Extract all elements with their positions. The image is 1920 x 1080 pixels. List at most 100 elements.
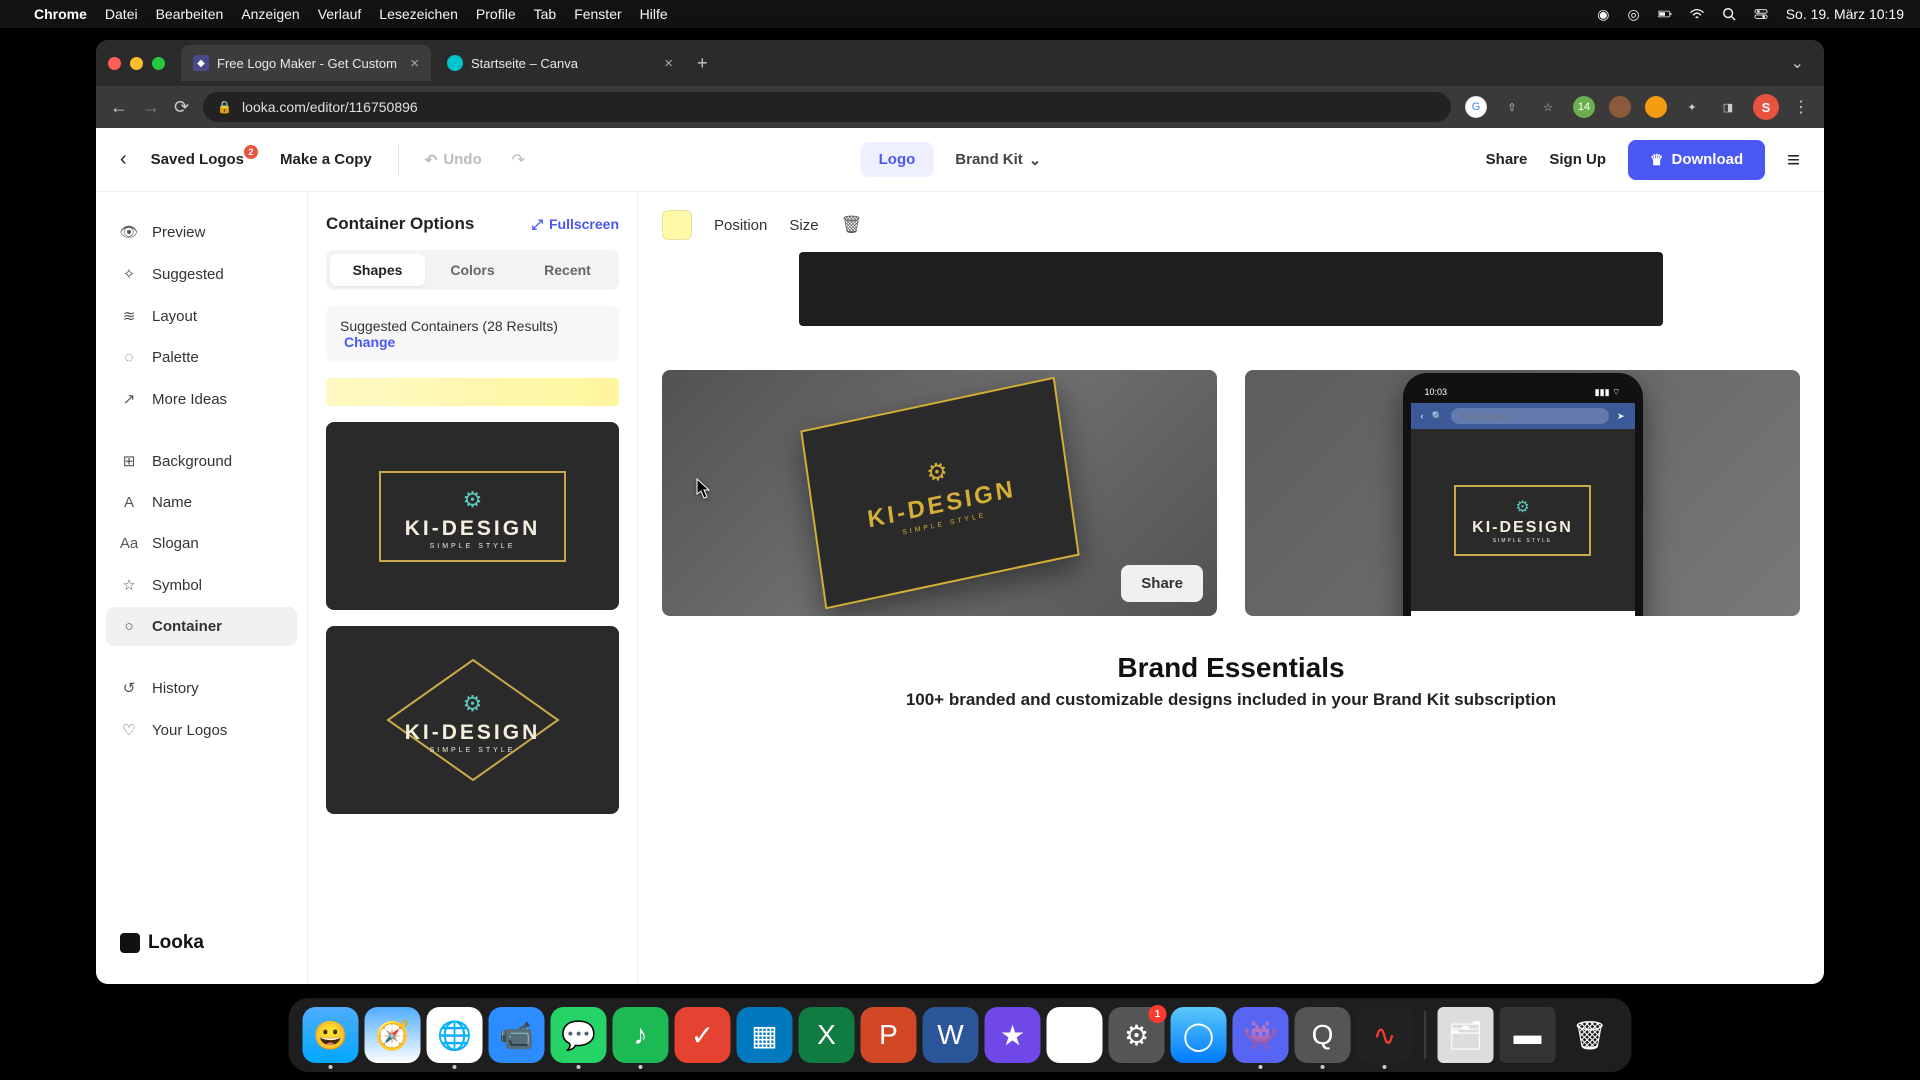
yellow-container-option[interactable]: [326, 378, 619, 406]
size-button[interactable]: Size: [789, 217, 818, 234]
share-button[interactable]: Share: [1486, 151, 1528, 168]
browser-tab-canva[interactable]: Startseite – Canva ×: [435, 45, 685, 81]
menubar-app-name[interactable]: Chrome: [34, 6, 87, 22]
close-tab-icon[interactable]: ×: [664, 55, 673, 72]
profile-avatar[interactable]: S: [1753, 94, 1779, 120]
close-tab-icon[interactable]: ×: [410, 55, 419, 72]
menu-profile[interactable]: Profile: [476, 6, 516, 22]
battery-icon[interactable]: [1658, 7, 1672, 21]
screenrec-icon[interactable]: ◎: [1627, 6, 1639, 23]
fullscreen-button[interactable]: ⤢ Fullscreen: [532, 216, 619, 233]
share-ext-icon[interactable]: ⇧: [1501, 96, 1523, 118]
ext-icon-3[interactable]: [1645, 96, 1667, 118]
nav-name[interactable]: AName: [106, 483, 297, 522]
drive-icon[interactable]: ▲: [1047, 1007, 1103, 1063]
todoist-icon[interactable]: ✓: [675, 1007, 731, 1063]
mockup-share-button[interactable]: Share: [1121, 565, 1203, 602]
canvas-black-rect[interactable]: [799, 252, 1664, 326]
puzzle-icon[interactable]: ✦: [1681, 96, 1703, 118]
nav-history[interactable]: ↺History: [106, 668, 297, 708]
reload-button[interactable]: ⟳: [174, 97, 189, 118]
nav-background[interactable]: ⊞Background: [106, 441, 297, 481]
download-button[interactable]: ♛ Download: [1628, 140, 1765, 180]
make-copy-button[interactable]: Make a Copy: [280, 151, 372, 168]
forward-button[interactable]: →: [142, 97, 160, 118]
hamburger-icon[interactable]: ≡: [1787, 147, 1800, 173]
spotify-icon[interactable]: ♪: [613, 1007, 669, 1063]
nav-slogan[interactable]: AaSlogan: [106, 524, 297, 563]
menu-lesezeichen[interactable]: Lesezeichen: [379, 6, 458, 22]
menubar-clock[interactable]: So. 19. März 10:19: [1786, 6, 1904, 22]
change-link[interactable]: Change: [344, 334, 395, 350]
mockup-phone[interactable]: 10:03 ▮▮▮ ⌔ ‹ 🔍 ➤: [1245, 370, 1800, 616]
imovie-icon[interactable]: ★: [985, 1007, 1041, 1063]
star-icon[interactable]: ☆: [1537, 96, 1559, 118]
dock-file-1[interactable]: 🗂: [1438, 1007, 1494, 1063]
mockup-card-gold[interactable]: ⚙ KI-DESIGN SIMPLE STYLE Share: [662, 370, 1217, 616]
tab-colors[interactable]: Colors: [425, 254, 520, 286]
messages-icon[interactable]: ◯: [1171, 1007, 1227, 1063]
back-chevron-icon[interactable]: ‹: [120, 148, 135, 171]
saved-logos-link[interactable]: Saved Logos 2: [151, 151, 244, 168]
redo-button[interactable]: ↷: [512, 150, 525, 170]
chrome-icon[interactable]: 🌐: [427, 1007, 483, 1063]
menu-datei[interactable]: Datei: [105, 6, 138, 22]
nav-moreideas[interactable]: ↗More Ideas: [106, 379, 297, 419]
nav-symbol[interactable]: ☆Symbol: [106, 565, 297, 605]
menu-bearbeiten[interactable]: Bearbeiten: [156, 6, 224, 22]
tab-list-chevron-icon[interactable]: ⌄: [1791, 53, 1804, 73]
back-button[interactable]: ←: [110, 97, 128, 118]
menu-fenster[interactable]: Fenster: [574, 6, 621, 22]
url-input[interactable]: 🔒 looka.com/editor/116750896: [203, 92, 1451, 122]
finder-icon[interactable]: 😀: [303, 1007, 359, 1063]
position-button[interactable]: Position: [714, 217, 767, 234]
color-swatch[interactable]: [662, 210, 692, 240]
chrome-menu-icon[interactable]: ⋮: [1793, 97, 1810, 117]
safari-icon[interactable]: 🧭: [365, 1007, 421, 1063]
looka-brand[interactable]: Looka: [106, 922, 297, 964]
wifi-icon[interactable]: [1690, 7, 1704, 21]
quicktime-icon[interactable]: Q: [1295, 1007, 1351, 1063]
record-icon[interactable]: ◉: [1597, 6, 1609, 23]
excel-icon[interactable]: X: [799, 1007, 855, 1063]
nav-layout[interactable]: ≋Layout: [106, 296, 297, 336]
trash-icon[interactable]: 🗑: [841, 215, 863, 235]
dock-file-2[interactable]: ▬: [1500, 1007, 1556, 1063]
zoom-icon[interactable]: 📹: [489, 1007, 545, 1063]
sidebar-icon[interactable]: ◨: [1717, 96, 1739, 118]
brandkit-tab[interactable]: Brand Kit ⌄: [937, 142, 1059, 178]
ext-icon-1[interactable]: 14: [1573, 96, 1595, 118]
menu-hilfe[interactable]: Hilfe: [640, 6, 668, 22]
trello-icon[interactable]: ▦: [737, 1007, 793, 1063]
tab-recent[interactable]: Recent: [520, 254, 615, 286]
container-option-hex[interactable]: ⚙ KI-DESIGN SIMPLE STYLE: [326, 626, 619, 814]
maximize-window-button[interactable]: [152, 57, 165, 70]
nav-suggested[interactable]: ✧Suggested: [106, 254, 297, 294]
new-tab-button[interactable]: +: [697, 53, 708, 74]
ext-icon-2[interactable]: [1609, 96, 1631, 118]
container-option-rect[interactable]: ⚙ KI-DESIGN SIMPLE STYLE: [326, 422, 619, 610]
close-window-button[interactable]: [108, 57, 121, 70]
spotlight-icon[interactable]: [1722, 7, 1736, 21]
undo-button[interactable]: ↶ Undo: [425, 151, 482, 169]
tab-shapes[interactable]: Shapes: [330, 254, 425, 286]
audio-icon[interactable]: ∿: [1357, 1007, 1413, 1063]
word-icon[interactable]: W: [923, 1007, 979, 1063]
powerpoint-icon[interactable]: P: [861, 1007, 917, 1063]
signup-button[interactable]: Sign Up: [1549, 151, 1606, 168]
menu-verlauf[interactable]: Verlauf: [318, 6, 362, 22]
logo-tab[interactable]: Logo: [861, 142, 934, 177]
settings-icon[interactable]: ⚙1: [1109, 1007, 1165, 1063]
nav-container[interactable]: ○Container: [106, 607, 297, 646]
menu-anzeigen[interactable]: Anzeigen: [241, 6, 299, 22]
google-ext-icon[interactable]: G: [1465, 96, 1487, 118]
trash-icon[interactable]: 🗑: [1562, 1007, 1618, 1063]
nav-yourlogos[interactable]: ♡Your Logos: [106, 710, 297, 750]
minimize-window-button[interactable]: [130, 57, 143, 70]
whatsapp-icon[interactable]: 💬: [551, 1007, 607, 1063]
menu-tab[interactable]: Tab: [534, 6, 557, 22]
nav-palette[interactable]: ◌Palette: [106, 338, 297, 377]
nav-preview[interactable]: 👁Preview: [106, 212, 297, 252]
discord-icon[interactable]: 👾: [1233, 1007, 1289, 1063]
control-center-icon[interactable]: [1754, 7, 1768, 21]
